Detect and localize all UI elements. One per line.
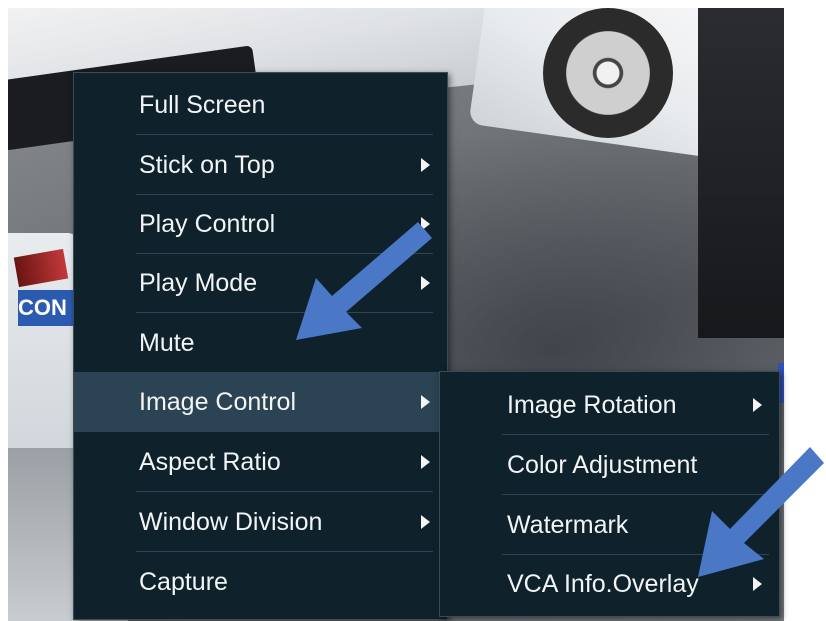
menu-item-label: Mute [139,329,195,357]
chevron-right-icon [421,515,430,529]
menu-item-label: Play Mode [139,269,258,297]
menu-item-stick-on-top[interactable]: Stick on Top [74,135,447,195]
submenu-item-color-adjustment[interactable]: Color Adjustment [440,435,779,495]
menu-item-label: VCA Info.Overlay [507,570,699,598]
menu-item-label: Color Adjustment [507,451,698,479]
menu-item-label: Image Control [139,388,297,416]
submenu-item-vca-info-overlay[interactable]: VCA Info.Overlay [440,554,779,614]
chevron-right-icon [421,455,430,469]
menu-item-play-mode[interactable]: Play Mode [74,253,447,313]
submenu-item-image-rotation[interactable]: Image Rotation [440,375,779,435]
menu-item-mute[interactable]: Mute [74,313,447,373]
chevron-right-icon [421,395,430,409]
chevron-right-icon [421,158,430,172]
menu-item-full-screen[interactable]: Full Screen [74,75,447,135]
context-menu: Full Screen Stick on Top Play Control Pl… [73,72,448,620]
chevron-right-icon [753,398,762,412]
car-shadow [698,8,784,338]
menu-item-label: Full Screen [139,91,266,119]
menu-item-play-control[interactable]: Play Control [74,194,447,254]
menu-item-aspect-ratio[interactable]: Aspect Ratio [74,432,447,492]
menu-item-label: Image Rotation [507,391,677,419]
submenu-item-watermark[interactable]: Watermark [440,495,779,555]
menu-item-label: Watermark [507,511,629,539]
menu-item-window-division[interactable]: Window Division [74,492,447,552]
menu-item-label: Window Division [139,508,323,536]
chevron-right-icon [421,217,430,231]
chevron-right-icon [421,276,430,290]
menu-item-capture[interactable]: Capture [74,552,447,612]
car-logo: CON [18,290,74,326]
menu-item-label: Aspect Ratio [139,448,281,476]
image-control-submenu: Image Rotation Color Adjustment Watermar… [439,371,780,617]
menu-item-label: Capture [139,568,228,596]
chevron-right-icon [753,577,762,591]
car-wheel [543,8,673,138]
menu-item-label: Play Control [139,210,276,238]
menu-item-image-control[interactable]: Image Control [74,372,447,432]
menu-item-label: Stick on Top [139,151,275,179]
